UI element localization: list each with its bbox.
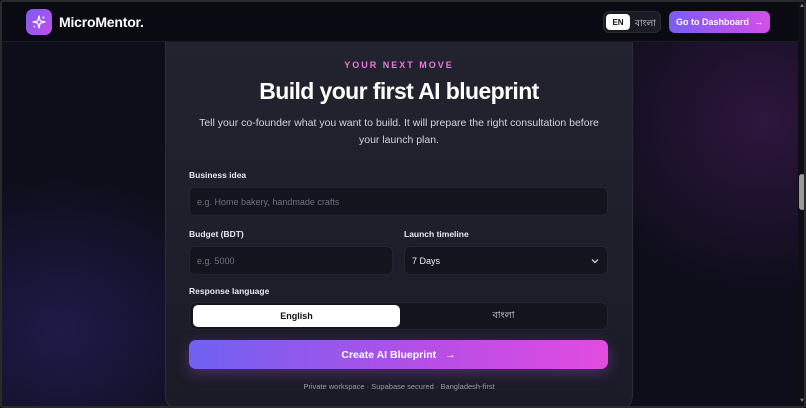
language-option-bangla[interactable]: বাংলা xyxy=(401,305,606,327)
response-language-toggle: English বাংলা xyxy=(189,302,608,330)
language-option-english[interactable]: English xyxy=(193,305,400,327)
create-ai-blueprint-button[interactable]: Create AI Blueprint → xyxy=(189,340,608,369)
scroll-down-icon[interactable]: ▼ xyxy=(799,398,804,404)
chevron-down-icon xyxy=(591,258,599,263)
arrow-right-icon: → xyxy=(445,348,456,361)
vertical-scrollbar[interactable]: ▲ ▼ xyxy=(798,2,804,406)
language-switcher: EN বাংলা xyxy=(603,11,661,33)
sparkle-icon xyxy=(32,15,46,29)
create-ai-blueprint-label: Create AI Blueprint xyxy=(341,348,437,361)
logo-badge[interactable] xyxy=(26,9,52,35)
footer-note: Private workspace · Supabase secured · B… xyxy=(303,382,495,391)
top-nav: MicroMentor. EN বাংলা Go to Dashboard → xyxy=(2,2,798,42)
go-to-dashboard-button[interactable]: Go to Dashboard → xyxy=(669,11,770,33)
brand-name[interactable]: MicroMentor. xyxy=(59,14,144,30)
budget-label: Budget (BDT) xyxy=(189,229,244,239)
business-idea-label: Business idea xyxy=(189,170,247,180)
scroll-up-icon[interactable]: ▲ xyxy=(799,3,804,9)
scrollbar-thumb[interactable] xyxy=(799,174,804,210)
lang-bn-button[interactable]: বাংলা xyxy=(635,16,656,31)
eyebrow-label: YOUR NEXT MOVE xyxy=(344,60,454,70)
launch-timeline-select[interactable]: 7 Days xyxy=(404,246,608,275)
app-window: MicroMentor. EN বাংলা Go to Dashboard → … xyxy=(0,0,806,408)
response-language-label: Response language xyxy=(189,286,270,296)
page-title: Build your first AI blueprint xyxy=(259,78,539,104)
business-idea-input[interactable]: e.g. Home bakery, handmade crafts xyxy=(189,187,608,216)
arrow-right-icon: → xyxy=(754,17,763,27)
launch-timeline-value: 7 Days xyxy=(412,255,441,266)
page-subtitle: Tell your co-founder what you want to bu… xyxy=(199,117,599,146)
lang-en-button[interactable]: EN xyxy=(606,14,630,30)
budget-input[interactable]: e.g. 5000 xyxy=(189,246,393,275)
launch-timeline-label: Launch timeline xyxy=(404,229,469,239)
go-to-dashboard-label: Go to Dashboard xyxy=(675,17,749,27)
